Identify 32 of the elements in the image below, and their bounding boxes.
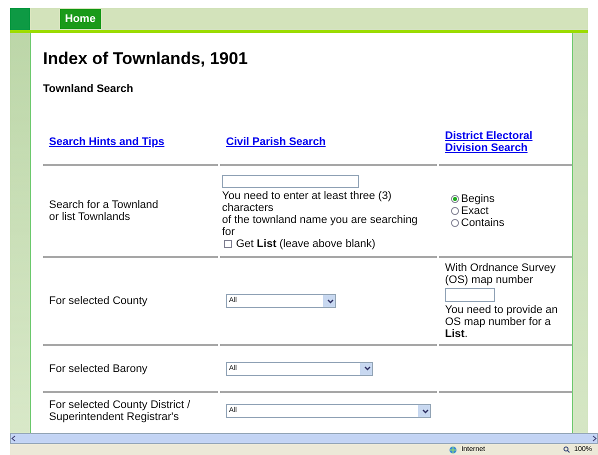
search-link[interactable]: Civil Parish Search (226, 136, 326, 148)
os-map-note: You need to provide an OS map number for a List. (445, 304, 559, 340)
search-hint: You need to enter at least three (3) characters of the townland name you are searching for (222, 190, 418, 238)
row-label: For selected County District / Superintendent Registrar's (49, 399, 190, 423)
chevron-down-icon (422, 408, 428, 414)
radio-icon[interactable] (451, 195, 459, 203)
home-tab[interactable]: Home (60, 9, 101, 29)
globe-icon (449, 446, 458, 454)
search-link[interactable]: Search Hints and Tips (49, 136, 164, 148)
row-label: For selected County (49, 295, 148, 307)
match-option[interactable]: Contains (451, 217, 504, 229)
scroll-left-icon[interactable] (11, 435, 17, 442)
checkbox-icon[interactable] (224, 240, 232, 248)
row-label: Search for a Townland or list Townlands (49, 199, 158, 223)
chevron-down-icon (364, 366, 370, 371)
townland-name-field[interactable] (222, 174, 359, 188)
match-option[interactable]: Begins (451, 193, 504, 205)
os-map-caption: With Ordnance Survey (OS) map number (445, 262, 557, 286)
get-list-checkbox[interactable]: Get List (leave above blank) (224, 238, 418, 250)
page-title: Index of Townlands, 1901 (43, 49, 249, 69)
section-heading: Townland Search (43, 83, 134, 95)
corner-block (10, 8, 30, 30)
search-link[interactable]: District Electoral Division Search (445, 130, 567, 154)
os-map-number-field[interactable] (445, 288, 495, 302)
row-label: For selected Barony (49, 362, 148, 374)
horizontal-scrollbar[interactable] (10, 433, 598, 444)
scroll-right-icon[interactable] (591, 435, 597, 442)
match-option[interactable]: Exact (451, 205, 504, 217)
magnifier-icon (563, 446, 570, 453)
chevron-down-icon (326, 298, 334, 304)
radio-icon[interactable] (451, 219, 459, 227)
radio-icon[interactable] (451, 207, 459, 215)
